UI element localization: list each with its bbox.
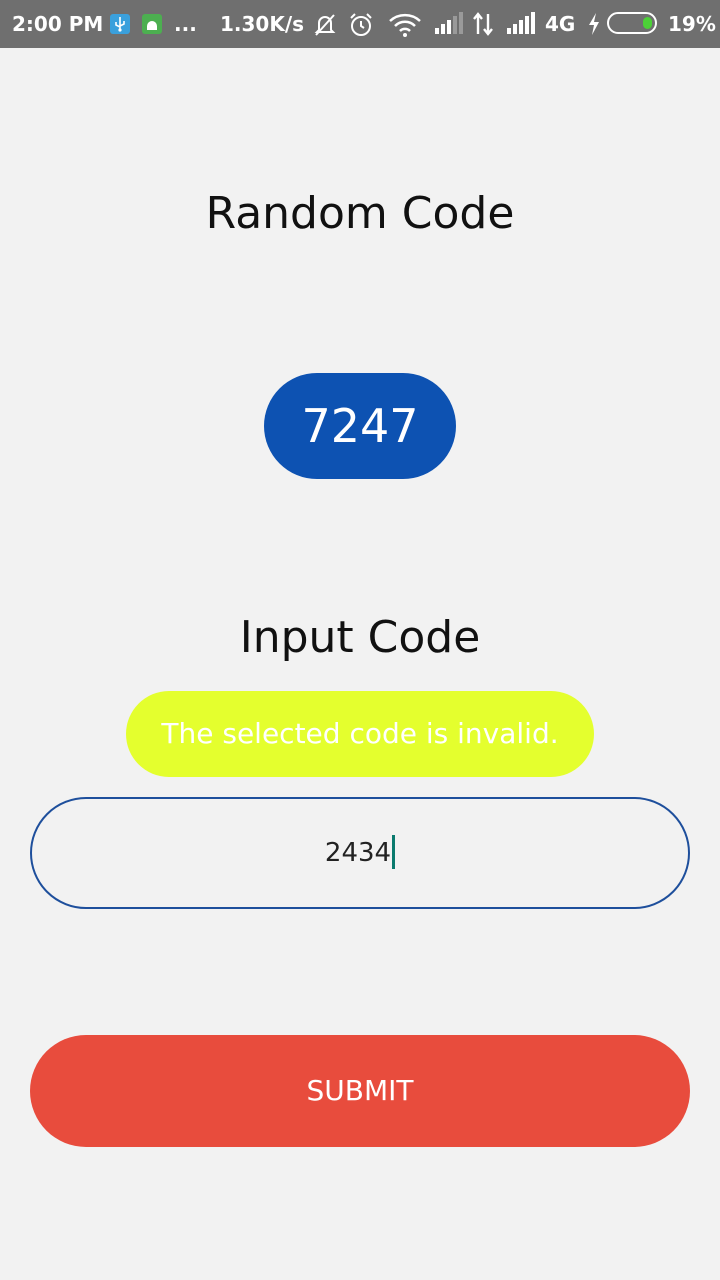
text-cursor: [392, 834, 396, 869]
battery-icon: [607, 12, 657, 34]
random-code-title: Random Code: [205, 188, 515, 239]
code-input-value: 2434: [324, 838, 392, 868]
input-code-title: Input Code: [239, 612, 481, 663]
alarm-icon: [348, 12, 374, 43]
signal-icon: [506, 12, 538, 41]
android-debug-icon: [142, 14, 162, 34]
net-speed: 1.30K/s: [220, 12, 305, 36]
data-arrows-icon: [472, 12, 494, 41]
usb-icon: [110, 14, 130, 34]
signal-icon: [434, 12, 464, 41]
charging-icon: [586, 12, 602, 41]
network-type: 4G: [545, 12, 576, 36]
code-input-field[interactable]: 2434: [30, 797, 690, 909]
submit-button[interactable]: SUBMIT: [30, 1035, 690, 1147]
error-message: The selected code is invalid.: [126, 691, 594, 777]
random-code-badge: 7247: [264, 373, 456, 479]
mute-bell-icon: [312, 12, 338, 43]
status-time: 2:00 PM: [12, 12, 104, 36]
wifi-icon: [388, 12, 422, 43]
status-bar: 2:00 PM ... 1.30K/s 4G 19%: [0, 0, 720, 48]
battery-percent: 19%: [668, 12, 716, 36]
battery-level: [643, 17, 652, 29]
overflow-dots: ...: [174, 12, 197, 36]
